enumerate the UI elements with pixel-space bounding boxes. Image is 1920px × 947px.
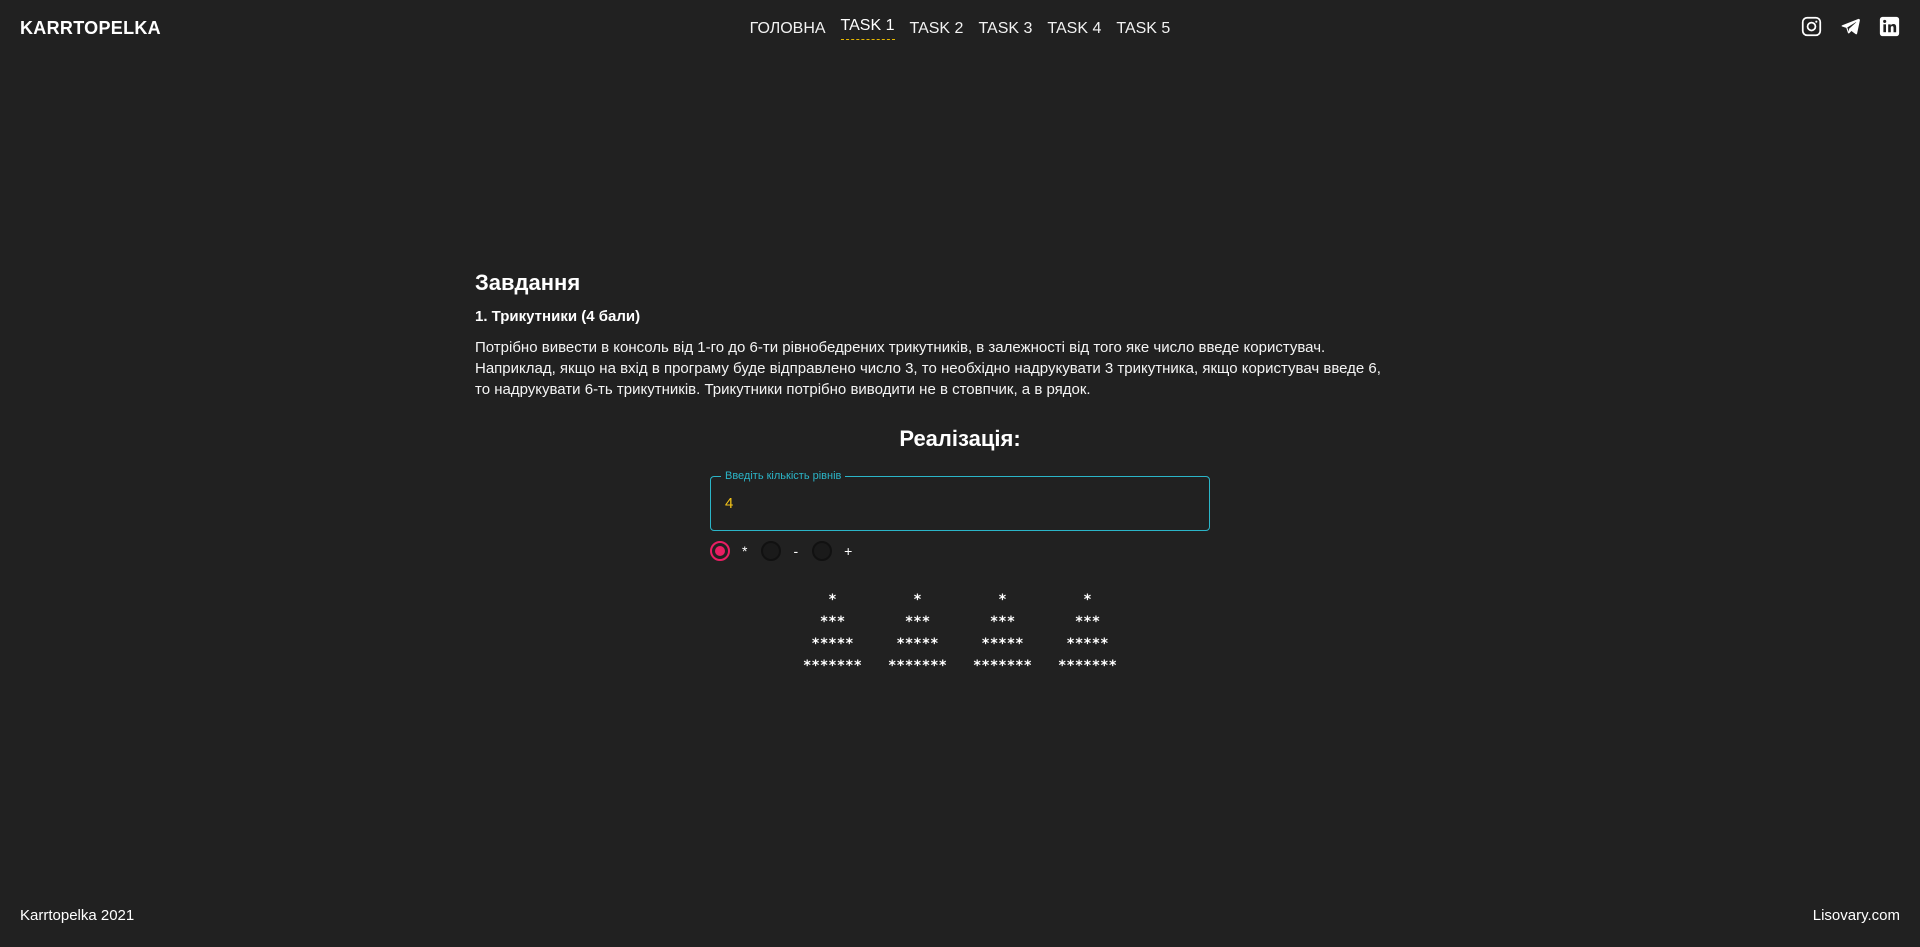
main-nav: ГОЛОВНА TASK 1 TASK 2 TASK 3 TASK 4 TASK…: [0, 16, 1920, 41]
triangle: * *** ***** *******: [795, 589, 870, 677]
triangle-row: *: [998, 592, 1007, 608]
triangles-output: * *** ***** ******* * *** ***** ******* * *** ****…: [0, 589, 1920, 677]
symbol-radio-group: * - +: [710, 541, 866, 561]
triangle-row: *****: [811, 636, 854, 652]
triangle-row: *: [828, 592, 837, 608]
nav-item-task-1[interactable]: TASK 1: [840, 16, 895, 40]
nav-item-task-3[interactable]: TASK 3: [978, 19, 1032, 41]
triangle-row: *: [1083, 592, 1092, 608]
task-description-line: то надрукувати 6-ть трикутників. Трикутн…: [475, 381, 1091, 398]
radio-label: *: [742, 543, 748, 559]
levels-input[interactable]: [711, 477, 1209, 530]
radio-option-minus[interactable]: -: [761, 541, 798, 561]
triangle: * *** ***** *******: [1050, 589, 1125, 677]
footer-copyright: Karrtopelka 2021: [20, 907, 135, 924]
triangle-row: *******: [972, 658, 1032, 674]
implementation-heading: Реалізація:: [899, 426, 1021, 451]
radio-button[interactable]: [761, 541, 782, 561]
triangle-row: *******: [1057, 658, 1117, 674]
triangle-row: *******: [802, 658, 862, 674]
triangle-row: *****: [896, 636, 939, 652]
nav-item-task-4[interactable]: TASK 4: [1047, 19, 1101, 41]
triangle-row: ***: [1074, 614, 1101, 630]
task-subtitle: 1. Трикутники (4 бали): [475, 308, 641, 325]
header: KARRTOPELKA ГОЛОВНА TASK 1 TASK 2 TASK 3…: [0, 0, 1920, 60]
triangle-row: *******: [887, 658, 947, 674]
social-links: [1801, 16, 1900, 37]
triangle-row: ***: [989, 614, 1016, 630]
page: KARRTOPELKA ГОЛОВНА TASK 1 TASK 2 TASK 3…: [0, 0, 1920, 947]
nav-item-task-5[interactable]: TASK 5: [1116, 19, 1170, 41]
triangle-row: *****: [1066, 636, 1109, 652]
task-section: Завдання 1. Трикутники (4 бали) Потрібно…: [475, 270, 1445, 400]
triangle-row: *: [913, 592, 922, 608]
task-description-line: Потрібно вивести в консоль від 1-го до 6…: [475, 339, 1326, 356]
radio-label: -: [793, 543, 799, 559]
levels-field: Введіть кількість рівнів: [710, 469, 1210, 531]
task-description-line: Наприклад, якщо на вхід в програму буде …: [475, 360, 1381, 377]
nav-item-task-2[interactable]: TASK 2: [910, 19, 964, 41]
radio-button[interactable]: [710, 541, 730, 561]
linkedin-icon[interactable]: [1879, 16, 1900, 37]
triangle: * *** ***** *******: [880, 589, 955, 677]
triangle-row: ***: [904, 614, 931, 630]
triangle: * *** ***** *******: [965, 589, 1040, 677]
triangle-row: *****: [981, 636, 1024, 652]
instagram-icon[interactable]: [1801, 16, 1822, 37]
telegram-icon[interactable]: [1840, 16, 1861, 37]
footer-link[interactable]: Lisovary.com: [1813, 907, 1900, 924]
radio-option-star[interactable]: *: [710, 541, 747, 561]
nav-item-home[interactable]: ГОЛОВНА: [750, 19, 826, 41]
radio-option-plus[interactable]: +: [812, 541, 852, 561]
task-description: Потрібно вивести в консоль від 1-го до 6…: [475, 337, 1445, 400]
task-heading: Завдання: [475, 270, 581, 295]
radio-label: +: [844, 543, 853, 559]
radio-button[interactable]: [812, 541, 833, 561]
triangle-row: ***: [819, 614, 846, 630]
